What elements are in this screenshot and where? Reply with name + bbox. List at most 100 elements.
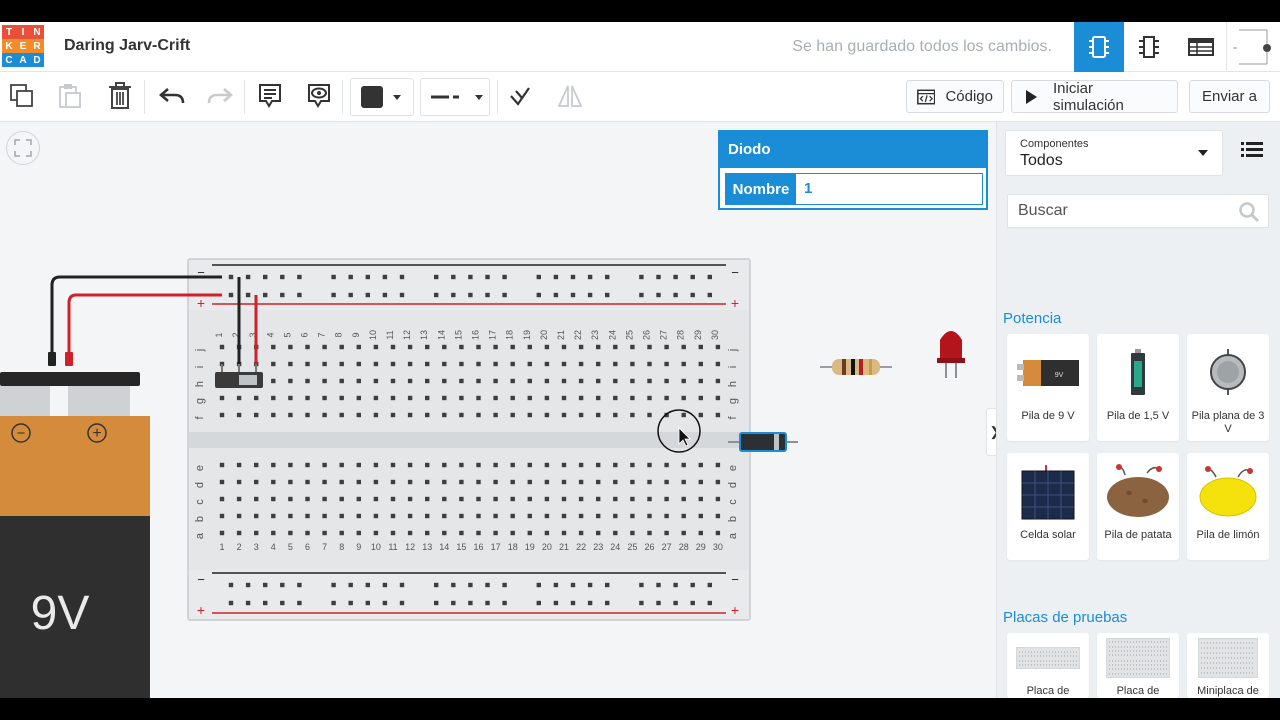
copy-button[interactable] <box>0 72 44 120</box>
breadboard-hole[interactable] <box>476 395 481 401</box>
breadboard-hole[interactable] <box>459 513 464 519</box>
breadboard-hole[interactable] <box>493 496 498 502</box>
breadboard-hole[interactable] <box>322 513 327 519</box>
breadboard-hole[interactable] <box>442 412 447 418</box>
breadboard-hole[interactable] <box>459 344 464 350</box>
breadboard-hole[interactable] <box>425 462 430 468</box>
breadboard-hole[interactable] <box>639 274 644 280</box>
breadboard-hole[interactable] <box>647 479 652 485</box>
breadboard-hole[interactable] <box>425 479 430 485</box>
breadboard-hole[interactable] <box>322 530 327 536</box>
breadboard-hole[interactable] <box>468 292 473 298</box>
breadboard-hole[interactable] <box>630 344 635 350</box>
breadboard-hole[interactable] <box>373 412 379 418</box>
breadboard-hole[interactable] <box>707 292 712 298</box>
breadboard-hole[interactable] <box>613 395 618 401</box>
breadboard-hole[interactable] <box>527 479 532 485</box>
breadboard-hole[interactable] <box>605 582 610 588</box>
breadboard-hole[interactable] <box>236 530 242 536</box>
breadboard-hole[interactable] <box>544 530 550 536</box>
breadboard-hole[interactable] <box>647 462 652 468</box>
breadboard-hole[interactable] <box>451 292 456 298</box>
breadboard-hole[interactable] <box>434 582 439 588</box>
breadboard-hole[interactable] <box>544 479 550 485</box>
breadboard-hole[interactable] <box>322 496 327 502</box>
breadboard-hole[interactable] <box>442 378 447 384</box>
breadboard-hole[interactable] <box>485 600 490 606</box>
mirror-button[interactable] <box>548 72 592 120</box>
breadboard-hole[interactable] <box>459 530 464 536</box>
breadboard-hole[interactable] <box>305 479 310 485</box>
breadboard-hole[interactable] <box>510 361 515 367</box>
breadboard-hole[interactable] <box>219 496 225 502</box>
breadboard-hole[interactable] <box>510 344 515 350</box>
project-title[interactable]: Daring Jarv-Crift <box>64 37 190 55</box>
breadboard-hole[interactable] <box>219 530 225 536</box>
breadboard-hole[interactable] <box>613 344 618 350</box>
breadboard-hole[interactable] <box>690 600 695 606</box>
breadboard-hole[interactable] <box>630 361 635 367</box>
breadboard-hole[interactable] <box>493 344 498 350</box>
breadboard-hole[interactable] <box>681 530 686 536</box>
breadboard-hole[interactable] <box>698 513 703 519</box>
breadboard-hole[interactable] <box>356 395 361 401</box>
breadboard-hole[interactable] <box>390 479 396 485</box>
component-card-potato-battery[interactable]: Pila de patata <box>1097 453 1179 560</box>
component-card-breadboard-small[interactable]: Placa de <box>1007 633 1089 698</box>
breadboard-hole[interactable] <box>339 479 344 485</box>
breadboard-hole[interactable] <box>681 412 686 418</box>
breadboard-hole[interactable] <box>561 412 567 418</box>
breadboard-hole[interactable] <box>613 462 618 468</box>
breadboard-hole[interactable] <box>322 479 327 485</box>
breadboard-hole[interactable] <box>639 600 644 606</box>
fill-color-dropdown[interactable] <box>350 78 414 116</box>
breadboard-hole[interactable] <box>442 513 447 519</box>
breadboard-hole[interactable] <box>305 530 310 536</box>
breadboard-hole[interactable] <box>219 412 225 418</box>
breadboard-hole[interactable] <box>647 395 652 401</box>
breadboard-hole[interactable] <box>425 496 430 502</box>
breadboard-hole[interactable] <box>553 582 559 588</box>
breadboard-hole[interactable] <box>656 600 661 606</box>
breadboard-hole[interactable] <box>245 582 251 588</box>
breadboard-hole[interactable] <box>254 496 259 502</box>
breadboard-hole[interactable] <box>331 582 336 588</box>
breadboard-hole[interactable] <box>561 513 567 519</box>
breadboard-hole[interactable] <box>228 582 234 588</box>
breadboard-hole[interactable] <box>527 395 532 401</box>
breadboard-hole[interactable] <box>339 496 344 502</box>
breadboard-hole[interactable] <box>578 344 584 350</box>
breadboard-hole[interactable] <box>673 292 678 298</box>
breadboard-hole[interactable] <box>219 513 225 519</box>
breadboard-hole[interactable] <box>228 600 234 606</box>
breadboard-hole[interactable] <box>339 378 344 384</box>
breadboard-hole[interactable] <box>673 600 678 606</box>
breadboard-hole[interactable] <box>219 395 225 401</box>
breadboard-hole[interactable] <box>673 274 678 280</box>
breadboard-hole[interactable] <box>715 344 721 350</box>
breadboard-hole[interactable] <box>322 378 327 384</box>
breadboard-hole[interactable] <box>339 361 344 367</box>
breadboard-hole[interactable] <box>527 462 532 468</box>
breadboard-hole[interactable] <box>605 292 610 298</box>
breadboard-hole[interactable] <box>442 479 447 485</box>
breadboard-hole[interactable] <box>442 344 447 350</box>
breadboard-hole[interactable] <box>468 582 473 588</box>
breadboard-hole[interactable] <box>219 344 225 350</box>
breadboard-hole[interactable] <box>596 412 601 418</box>
breadboard-hole[interactable] <box>656 274 661 280</box>
breadboard-hole[interactable] <box>596 530 601 536</box>
breadboard-hole[interactable] <box>587 274 593 280</box>
breadboard-hole[interactable] <box>390 496 396 502</box>
breadboard-hole[interactable] <box>476 530 481 536</box>
breadboard-hole[interactable] <box>715 530 721 536</box>
breadboard-hole[interactable] <box>561 378 567 384</box>
breadboard-hole[interactable] <box>373 361 379 367</box>
breadboard-hole[interactable] <box>288 496 293 502</box>
breadboard-hole[interactable] <box>698 496 703 502</box>
breadboard-hole[interactable] <box>254 412 259 418</box>
breadboard-hole[interactable] <box>630 462 635 468</box>
led[interactable] <box>940 331 962 358</box>
breadboard-hole[interactable] <box>271 530 276 536</box>
breadboard-hole[interactable] <box>219 462 225 468</box>
